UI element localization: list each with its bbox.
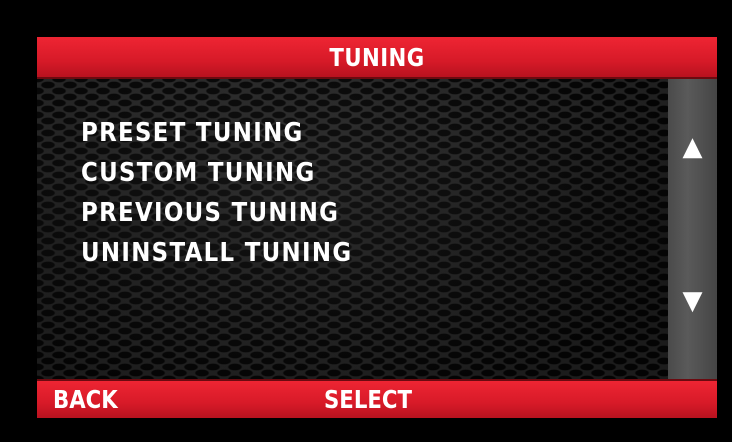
menu-item-uninstall-tuning[interactable]: UNINSTALL TUNING bbox=[81, 233, 352, 273]
screen-title: TUNING bbox=[329, 42, 425, 72]
tuning-screen: TUNING PRESET TUNING CUSTOM TUNING PREVI… bbox=[37, 37, 717, 418]
scroll-down-button[interactable]: ▼ bbox=[668, 281, 717, 321]
arrow-up-icon: ▲ bbox=[682, 132, 703, 162]
menu-item-custom-tuning[interactable]: CUSTOM TUNING bbox=[81, 153, 352, 193]
title-bar: TUNING bbox=[37, 37, 717, 79]
select-button[interactable]: SELECT bbox=[324, 381, 412, 418]
menu-item-preset-tuning[interactable]: PRESET TUNING bbox=[81, 113, 352, 153]
softkey-bar: BACK SELECT bbox=[37, 379, 717, 418]
menu-item-previous-tuning[interactable]: PREVIOUS TUNING bbox=[81, 193, 352, 233]
back-button[interactable]: BACK bbox=[53, 381, 118, 418]
scroll-up-button[interactable]: ▲ bbox=[668, 127, 717, 167]
scroll-column: ▲ ▼ bbox=[668, 79, 717, 379]
tuning-menu: PRESET TUNING CUSTOM TUNING PREVIOUS TUN… bbox=[81, 113, 389, 273]
device-frame: TUNING PRESET TUNING CUSTOM TUNING PREVI… bbox=[0, 0, 732, 442]
arrow-down-icon: ▼ bbox=[682, 286, 703, 316]
